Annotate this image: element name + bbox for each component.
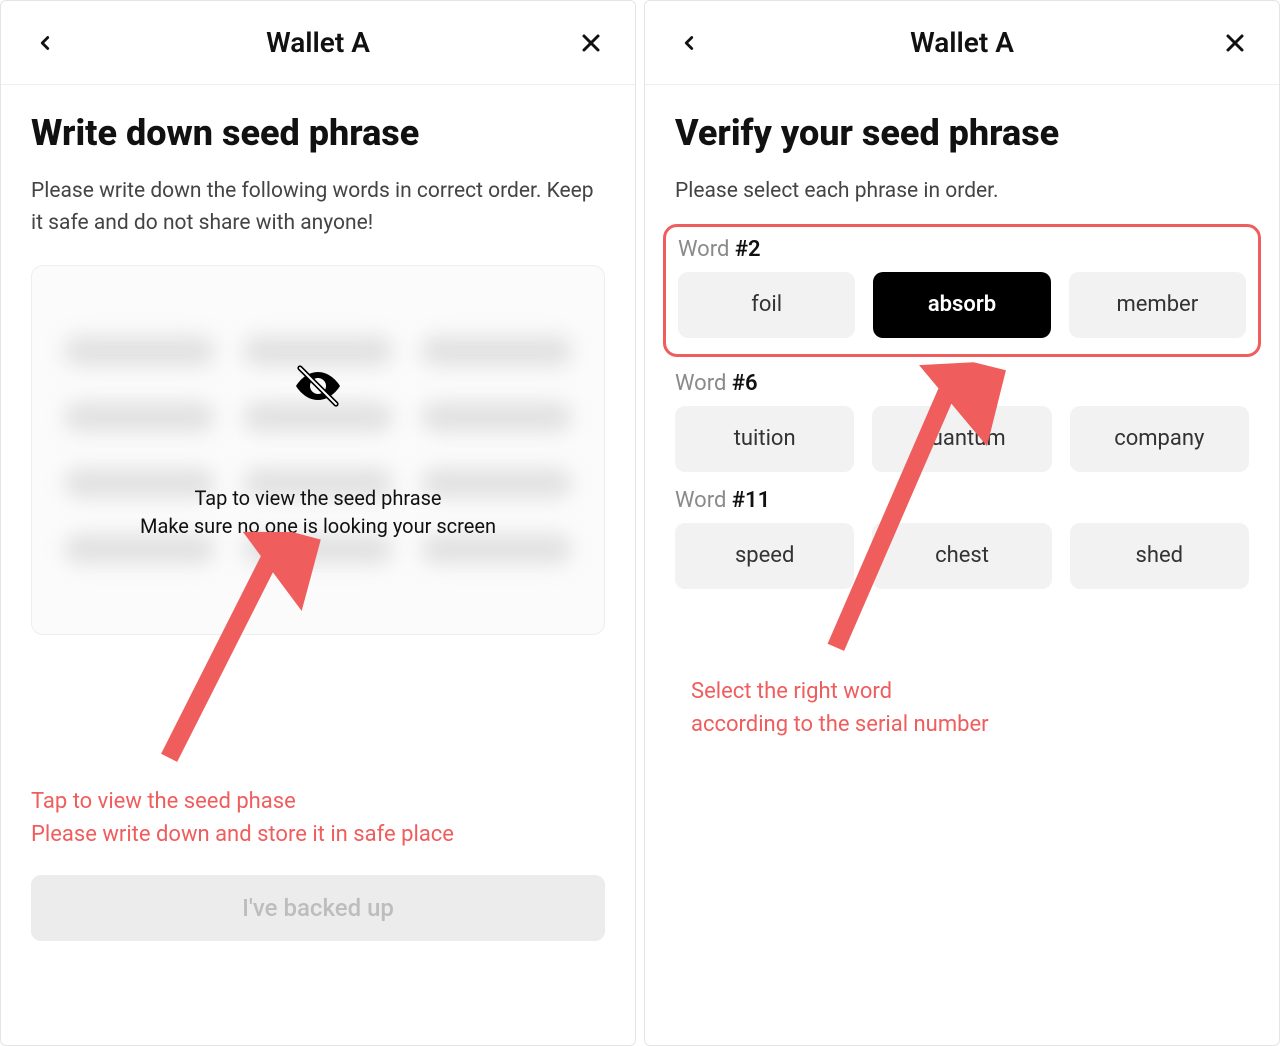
word-label-prefix: Word <box>678 237 735 262</box>
subtitle: Please write down the following words in… <box>31 176 605 239</box>
hidden-seed-phrase[interactable]: Tap to view the seed phrase Make sure no… <box>31 265 605 635</box>
word-chip[interactable]: foil <box>678 272 855 338</box>
back-button[interactable] <box>27 25 63 61</box>
backed-up-button[interactable]: I've backed up <box>31 875 605 941</box>
word-chip[interactable]: company <box>1070 406 1249 472</box>
heading: Write down seed phrase <box>31 111 605 156</box>
word-chip[interactable]: speed <box>675 523 854 589</box>
word-group: Word #6 tuition quantum company <box>675 371 1249 472</box>
word-label-prefix: Word <box>675 488 732 513</box>
topbar: Wallet A <box>645 1 1279 85</box>
tap-warning-text: Make sure no one is looking your screen <box>32 514 604 538</box>
word-chip[interactable]: quantum <box>872 406 1051 472</box>
panel-write-seed: Wallet A Write down seed phrase Please w… <box>0 0 636 1046</box>
word-label-prefix: Word <box>675 371 732 396</box>
chip-row: speed chest shed <box>675 523 1249 589</box>
word-group: Word #11 speed chest shed <box>675 488 1249 589</box>
content-left: Write down seed phrase Please write down… <box>1 85 635 941</box>
word-chip[interactable]: absorb <box>873 272 1050 338</box>
close-button[interactable] <box>1217 25 1253 61</box>
content-right: Verify your seed phrase Please select ea… <box>645 85 1279 741</box>
word-chip[interactable]: shed <box>1070 523 1249 589</box>
word-label: Word #6 <box>675 371 1249 396</box>
subtitle: Please select each phrase in order. <box>675 176 1249 208</box>
word-label: Word #2 <box>678 237 1246 262</box>
heading: Verify your seed phrase <box>675 111 1249 156</box>
word-group: Word #2 foil absorb member <box>663 224 1261 357</box>
annotation-note-line: according to the serial number <box>691 708 1249 741</box>
annotation-note-line: Tap to view the seed phase <box>31 785 605 818</box>
close-icon <box>1223 31 1247 55</box>
word-chip[interactable]: chest <box>872 523 1051 589</box>
word-number: #11 <box>732 488 770 513</box>
verify-groups: Word #2 foil absorb member Word #6 tuition qua… <box>675 224 1249 589</box>
page-title: Wallet A <box>266 26 370 59</box>
close-button[interactable] <box>573 25 609 61</box>
word-chip[interactable]: member <box>1069 272 1246 338</box>
word-label: Word #11 <box>675 488 1249 513</box>
word-number: #2 <box>735 237 761 262</box>
page-title: Wallet A <box>910 26 1014 59</box>
annotation-note-line: Please write down and store it in safe p… <box>31 818 605 851</box>
annotation-note: Select the right word according to the s… <box>691 675 1249 741</box>
chip-row: foil absorb member <box>678 272 1246 338</box>
panel-verify-seed: Wallet A Verify your seed phrase Please … <box>644 0 1280 1046</box>
back-button[interactable] <box>671 25 707 61</box>
eye-off-icon <box>289 362 347 410</box>
chevron-left-icon <box>34 29 56 57</box>
annotation-note-line: Select the right word <box>691 675 1249 708</box>
chip-row: tuition quantum company <box>675 406 1249 472</box>
close-icon <box>579 31 603 55</box>
chevron-left-icon <box>678 29 700 57</box>
tap-to-view-text: Tap to view the seed phrase <box>32 486 604 510</box>
word-number: #6 <box>732 371 758 396</box>
word-chip[interactable]: tuition <box>675 406 854 472</box>
topbar: Wallet A <box>1 1 635 85</box>
annotation-note: Tap to view the seed phase Please write … <box>31 785 605 851</box>
